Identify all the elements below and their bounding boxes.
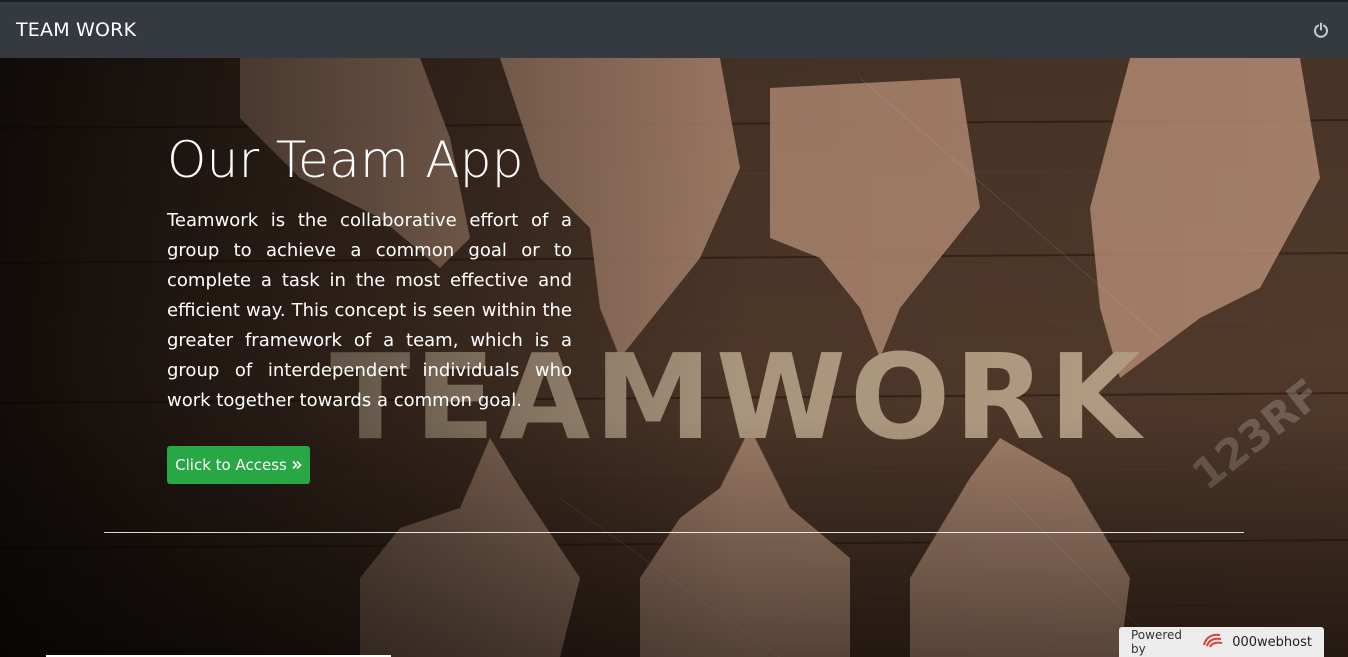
navbar: TEAM WORK xyxy=(0,0,1348,58)
click-to-access-button[interactable]: Click to Access xyxy=(167,446,310,484)
navbar-brand[interactable]: TEAM WORK xyxy=(16,19,136,41)
hero-title: Our Team App xyxy=(167,131,524,189)
powered-by-name: 000webhost xyxy=(1232,634,1312,650)
hero-content: Our Team App Teamwork is the collaborati… xyxy=(167,130,572,416)
hero-section: TEAMWORK 123RF Our Team App Teamwork is … xyxy=(0,58,1348,657)
000webhost-logo-icon xyxy=(1202,632,1224,652)
powered-by-label: Powered by xyxy=(1131,628,1183,656)
powered-by-badge[interactable]: Powered by 000webhost xyxy=(1119,627,1324,657)
access-button-label: Click to Access xyxy=(175,456,287,474)
hero-divider xyxy=(104,532,1244,533)
double-chevron-right-icon xyxy=(292,456,302,474)
hero-description: Teamwork is the collaborative effort of … xyxy=(167,210,572,411)
power-icon[interactable] xyxy=(1310,19,1332,41)
